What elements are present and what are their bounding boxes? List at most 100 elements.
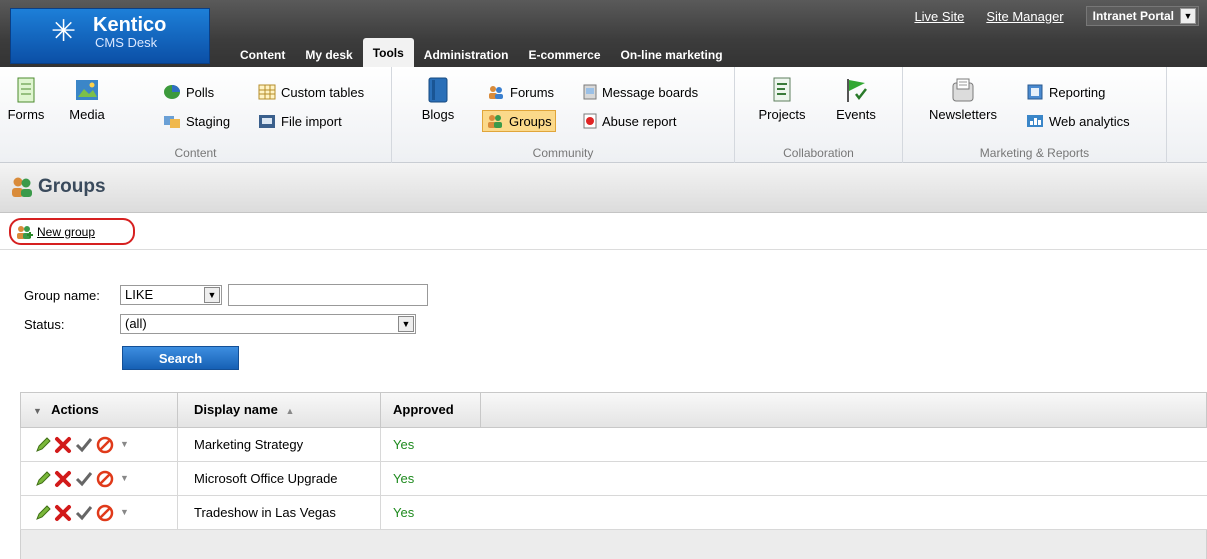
status-select-value: (all): [125, 316, 147, 331]
groups-grid: ▼ Actions Display name ▲ Approved ▼ Mark…: [20, 392, 1207, 559]
approve-icon[interactable]: [75, 505, 93, 521]
approved-cell: Yes: [393, 505, 415, 520]
chevron-down-icon[interactable]: ▼: [1180, 8, 1196, 24]
chevron-down-icon: ▼: [204, 287, 220, 303]
groups-icon: [488, 115, 502, 128]
groups-icon: [12, 177, 32, 197]
edit-icon[interactable]: [35, 504, 51, 521]
live-site-link[interactable]: Live Site: [914, 9, 964, 24]
groups-button[interactable]: Groups: [482, 110, 556, 132]
tools-ribbon: Forms Media Polls Staging Custom tables …: [0, 67, 1207, 163]
status-select[interactable]: (all) ▼: [120, 314, 416, 334]
events-label: Events: [836, 107, 876, 122]
staging-button[interactable]: Staging: [160, 110, 233, 132]
edit-icon[interactable]: [35, 436, 51, 453]
tab-content[interactable]: Content: [230, 40, 295, 67]
display-name-cell: Marketing Strategy: [178, 428, 381, 462]
newsletters-button[interactable]: Newsletters: [923, 77, 1003, 122]
web-analytics-button[interactable]: Web analytics: [1023, 110, 1133, 132]
chevron-down-icon[interactable]: ▼: [120, 428, 129, 461]
actions-column-header[interactable]: ▼ Actions: [21, 393, 178, 427]
group-name-input[interactable]: [228, 284, 428, 306]
page-title-bar: Groups: [0, 163, 1207, 213]
projects-button[interactable]: Projects: [757, 77, 807, 122]
site-selector-value: Intranet Portal: [1092, 9, 1174, 23]
chevron-down-icon: ▼: [33, 406, 42, 416]
tab-tools[interactable]: Tools: [362, 38, 414, 67]
grid-footer: [20, 530, 1207, 559]
tab-online-marketing[interactable]: On-line marketing: [611, 40, 733, 67]
approved-header-label: Approved: [393, 402, 454, 417]
approved-cell: Yes: [393, 471, 415, 486]
message-boards-button[interactable]: Message boards: [580, 81, 701, 103]
abuse-report-icon: [583, 113, 597, 129]
display-name-column-header[interactable]: Display name ▲: [178, 393, 381, 427]
group-name-operator-select[interactable]: LIKE ▼: [120, 285, 222, 305]
web-analytics-icon: [1027, 115, 1043, 127]
brand-subtitle: CMS Desk: [95, 35, 158, 50]
display-name-cell: Microsoft Office Upgrade: [178, 462, 381, 496]
edit-icon[interactable]: [35, 470, 51, 487]
media-button[interactable]: Media: [60, 77, 114, 122]
message-boards-icon: [583, 84, 597, 100]
community-group-label: Community: [532, 146, 594, 160]
delete-icon[interactable]: [54, 470, 72, 488]
tab-e-commerce[interactable]: E-commerce: [518, 40, 610, 67]
reject-icon[interactable]: [96, 470, 114, 488]
staging-icon: [164, 116, 180, 128]
reporting-button[interactable]: Reporting: [1023, 81, 1108, 103]
site-selector[interactable]: Intranet Portal ▼: [1085, 6, 1199, 26]
message-boards-label: Message boards: [602, 84, 699, 100]
abuse-report-label: Abuse report: [602, 113, 677, 129]
forms-button[interactable]: Forms: [6, 77, 46, 122]
web-analytics-label: Web analytics: [1049, 113, 1130, 129]
sort-ascending-icon: ▲: [285, 406, 295, 416]
chevron-down-icon[interactable]: ▼: [120, 496, 129, 529]
row-actions: ▼: [21, 428, 178, 462]
site-manager-link[interactable]: Site Manager: [986, 9, 1063, 24]
row-actions: ▼: [21, 496, 178, 530]
file-import-button[interactable]: File import: [255, 110, 345, 132]
ribbon-group-marketing: Newsletters Reporting Web analytics Mark…: [903, 67, 1167, 163]
table-row: ▼ Tradeshow in Las Vegas Yes: [20, 496, 1207, 530]
approve-icon[interactable]: [75, 437, 93, 453]
delete-icon[interactable]: [54, 504, 72, 522]
grid-header: ▼ Actions Display name ▲ Approved: [20, 392, 1207, 428]
tab-administration[interactable]: Administration: [414, 40, 519, 67]
approve-icon[interactable]: [75, 471, 93, 487]
new-group-link[interactable]: New group: [37, 225, 95, 239]
approved-cell: Yes: [393, 437, 415, 452]
search-button[interactable]: Search: [122, 346, 239, 370]
ribbon-group-community: Blogs Forums Groups Message boards Abuse…: [392, 67, 735, 163]
reject-icon[interactable]: [96, 504, 114, 522]
content-group-label: Content: [174, 146, 217, 160]
chevron-down-icon[interactable]: ▼: [120, 462, 129, 495]
blogs-button[interactable]: Blogs: [418, 77, 458, 122]
brand-title: Kentico: [93, 14, 167, 36]
new-group-action[interactable]: New group: [9, 218, 135, 245]
app-header: ✳ Kentico CMS Desk Live Site Site Manage…: [0, 0, 1207, 67]
blogs-icon: [428, 77, 448, 103]
forums-button[interactable]: Forums: [484, 81, 557, 103]
add-group-icon: [17, 225, 33, 239]
forums-icon: [489, 86, 503, 99]
abuse-report-button[interactable]: Abuse report: [580, 110, 679, 132]
reject-icon[interactable]: [96, 436, 114, 454]
delete-icon[interactable]: [54, 436, 72, 454]
polls-button[interactable]: Polls: [160, 81, 217, 103]
page-title: Groups: [38, 176, 106, 197]
custom-tables-button[interactable]: Custom tables: [255, 81, 367, 103]
media-label: Media: [69, 107, 105, 122]
forms-icon: [17, 77, 35, 103]
kentico-logo[interactable]: ✳ Kentico CMS Desk: [10, 8, 210, 64]
polls-icon: [164, 85, 180, 99]
collaboration-group-label: Collaboration: [783, 146, 854, 160]
display-name-header-label: Display name: [194, 402, 278, 417]
groups-label: Groups: [509, 113, 552, 129]
tab-my-desk[interactable]: My desk: [295, 40, 362, 67]
events-button[interactable]: Events: [831, 77, 881, 122]
approved-column-header[interactable]: Approved: [381, 393, 481, 427]
polls-label: Polls: [186, 84, 215, 100]
row-actions: ▼: [21, 462, 178, 496]
kentico-logo-icon: ✳: [51, 15, 77, 48]
